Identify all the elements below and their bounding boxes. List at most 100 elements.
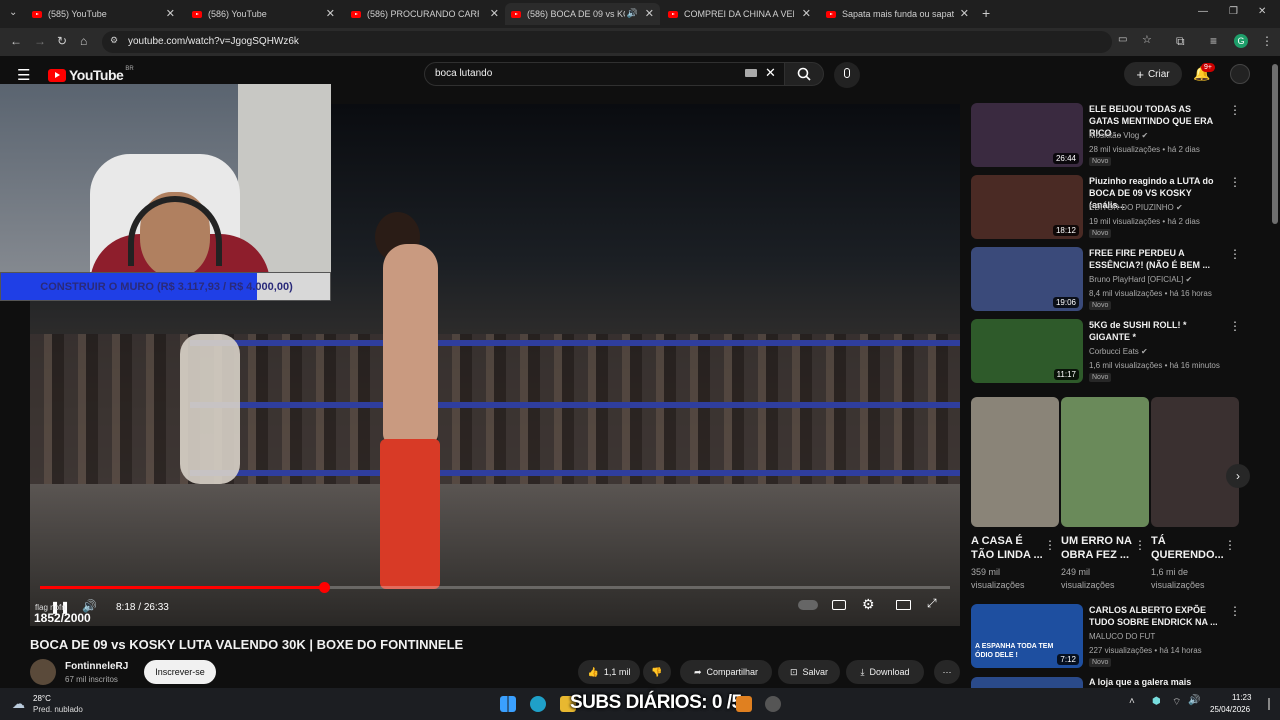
forward-icon[interactable]: → bbox=[34, 34, 46, 48]
recommended-video[interactable]: 11:17 5KG de SUSHI ROLL! * GIGANTE * Cor… bbox=[971, 319, 1251, 383]
more-options-icon[interactable]: ⋮ bbox=[1229, 319, 1241, 333]
edge-browser-icon[interactable] bbox=[530, 696, 546, 712]
voice-search-button[interactable] bbox=[834, 62, 860, 88]
app-icon[interactable] bbox=[765, 696, 781, 712]
theater-mode-icon[interactable] bbox=[896, 600, 911, 610]
recommended-video[interactable]: 26:44 ELE BEIJOU TODAS AS GATAS MENTINDO… bbox=[971, 103, 1251, 167]
recommended-channel[interactable]: MALUCO DO FUT bbox=[1089, 632, 1155, 641]
reload-icon[interactable]: ↻ bbox=[57, 34, 67, 48]
shorts-next-arrow-icon[interactable]: › bbox=[1226, 464, 1250, 488]
home-icon[interactable]: ⌂ bbox=[80, 34, 87, 48]
dislike-button[interactable]: 👎 bbox=[643, 660, 671, 684]
subtitles-icon[interactable] bbox=[832, 600, 846, 610]
close-tab-icon[interactable]: ✕ bbox=[960, 7, 969, 20]
short-thumbnail[interactable] bbox=[1061, 397, 1149, 527]
recommended-title[interactable]: FREE FIRE PERDEU A ESSÊNCIA?! (NÃO É BEM… bbox=[1089, 247, 1219, 271]
browser-tab[interactable]: Sapata mais funda ou sapata m ✕ bbox=[820, 3, 975, 25]
extensions-icon[interactable]: ⧉ bbox=[1176, 34, 1185, 49]
speaker-icon[interactable]: 🔊 bbox=[1188, 695, 1200, 706]
media-controls-icon[interactable]: ≡ bbox=[1210, 34, 1217, 48]
close-tab-icon[interactable]: ✕ bbox=[326, 7, 335, 20]
url-field[interactable]: ⚙ youtube.com/watch?v=JgogSQHWz6k ▭ ☆ bbox=[102, 31, 1152, 53]
recommended-video[interactable]: 19:06 FREE FIRE PERDEU A ESSÊNCIA?! (NÃO… bbox=[971, 247, 1251, 311]
video-thumbnail[interactable]: A ESPANHA TODA TEM ÓDIO DELE ! 7:12 bbox=[971, 604, 1083, 668]
youtube-logo[interactable]: YouTube BR bbox=[48, 66, 134, 83]
more-actions-button[interactable]: ⋯ bbox=[934, 660, 960, 684]
keyboard-icon[interactable] bbox=[745, 69, 757, 77]
settings-gear-icon[interactable]: ⚙ bbox=[862, 596, 875, 613]
new-tab-icon[interactable]: + bbox=[982, 5, 990, 21]
bookmark-star-icon[interactable]: ☆ bbox=[1142, 33, 1152, 46]
windows-start-icon[interactable] bbox=[500, 696, 516, 712]
recommended-channel[interactable]: EDITOR DO PIUZINHO ✔ bbox=[1089, 203, 1183, 212]
weather-cloud-icon[interactable]: ☁ bbox=[12, 696, 25, 712]
recommended-thumbnail-partial[interactable] bbox=[971, 677, 1083, 688]
recommended-channel[interactable]: Corbucci Eats ✔ bbox=[1089, 347, 1148, 356]
video-progress-bar[interactable] bbox=[40, 582, 950, 593]
page-scrollbar[interactable] bbox=[1270, 56, 1280, 688]
minimize-icon[interactable]: — bbox=[1198, 6, 1208, 17]
more-options-icon[interactable]: ⋮ bbox=[1229, 103, 1241, 117]
cast-icon[interactable]: ▭ bbox=[1118, 34, 1127, 45]
more-options-icon[interactable]: ⋮ bbox=[1229, 604, 1241, 618]
short-title[interactable]: A CASA É TÃO LINDA ... bbox=[971, 534, 1043, 562]
share-button[interactable]: ➦ Compartilhar bbox=[680, 660, 772, 684]
recommended-channel[interactable]: Bruno PlayHard [OFICIAL] ✔ bbox=[1089, 275, 1192, 284]
menu-hamburger-icon[interactable]: ☰ bbox=[17, 66, 30, 84]
clear-search-icon[interactable]: ✕ bbox=[765, 65, 776, 81]
video-thumbnail[interactable]: 18:12 bbox=[971, 175, 1083, 239]
recommended-channel[interactable]: Moskitão Vlog ✔ bbox=[1089, 131, 1148, 140]
more-options-icon[interactable]: ⋮ bbox=[1134, 538, 1146, 552]
recommended-title[interactable]: CARLOS ALBERTO EXPÕE TUDO SOBRE ENDRICK … bbox=[1089, 604, 1219, 628]
search-input[interactable]: boca lutando ✕ bbox=[424, 62, 786, 86]
video-thumbnail[interactable]: 11:17 bbox=[971, 319, 1083, 383]
channel-name[interactable]: FontinneleRJ bbox=[65, 661, 128, 672]
close-window-icon[interactable]: ✕ bbox=[1258, 6, 1266, 17]
search-button[interactable] bbox=[784, 62, 824, 86]
more-options-icon[interactable]: ⋮ bbox=[1229, 247, 1241, 261]
browser-tab[interactable]: (585) YouTube ✕ bbox=[26, 3, 181, 25]
more-options-icon[interactable]: ⋮ bbox=[1044, 538, 1056, 552]
recommended-video[interactable]: 18:12 Piuzinho reagindo a LUTA do BOCA D… bbox=[971, 175, 1251, 239]
recommended-video[interactable]: A ESPANHA TODA TEM ÓDIO DELE ! 7:12 CARL… bbox=[971, 604, 1251, 668]
autoplay-toggle-icon[interactable] bbox=[798, 600, 818, 610]
browser-menu-icon[interactable]: ⋮ bbox=[1261, 34, 1273, 48]
scrollbar-thumb[interactable] bbox=[1272, 64, 1278, 224]
close-tab-icon[interactable]: ✕ bbox=[490, 7, 499, 20]
site-info-icon[interactable]: ⚙ bbox=[110, 35, 118, 46]
more-options-icon[interactable]: ⋮ bbox=[1229, 175, 1241, 189]
close-tab-icon[interactable]: ✕ bbox=[166, 7, 175, 20]
create-button[interactable]: + Criar bbox=[1124, 62, 1182, 86]
short-title[interactable]: TÁ QUERENDO... bbox=[1151, 534, 1224, 562]
close-tab-icon[interactable]: ✕ bbox=[645, 7, 654, 20]
app-icon[interactable] bbox=[736, 696, 752, 712]
browser-tab[interactable]: (586) PROCURANDO CARRO D ✕ bbox=[345, 3, 505, 25]
back-icon[interactable]: ← bbox=[10, 34, 22, 48]
profile-avatar[interactable]: G bbox=[1234, 34, 1248, 48]
close-tab-icon[interactable]: ✕ bbox=[802, 7, 811, 20]
short-thumbnail[interactable] bbox=[1151, 397, 1239, 527]
save-button[interactable]: ⊡ Salvar bbox=[778, 660, 840, 684]
short-title[interactable]: UM ERRO NA OBRA FEZ ... bbox=[1061, 534, 1133, 562]
browser-tab[interactable]: (586) YouTube ✕ bbox=[186, 3, 341, 25]
tab-list-icon[interactable]: ⌄ bbox=[9, 7, 17, 18]
recommended-title-partial[interactable]: A loja que a galera mais bbox=[1089, 677, 1191, 687]
account-avatar[interactable] bbox=[1230, 64, 1250, 84]
tray-overflow-icon[interactable]: ˄ bbox=[1129, 696, 1135, 707]
recommended-title[interactable]: 5KG de SUSHI ROLL! * GIGANTE * bbox=[1089, 319, 1219, 343]
video-thumbnail[interactable]: 26:44 bbox=[971, 103, 1083, 167]
like-button[interactable]: 👍 1,1 mil bbox=[578, 660, 640, 684]
network-icon[interactable]: ⌔ bbox=[1172, 696, 1181, 709]
browser-tab-active[interactable]: (586) BOCA DE 09 vs KOSKY 🔊 ✕ bbox=[505, 3, 660, 25]
subscribe-button[interactable]: Inscrever-se bbox=[144, 660, 216, 684]
download-button[interactable]: ⤓ Download bbox=[846, 660, 924, 684]
restore-icon[interactable]: ❐ bbox=[1229, 6, 1238, 17]
audio-playing-icon[interactable]: 🔊 bbox=[627, 8, 638, 19]
notification-center-icon[interactable] bbox=[1268, 698, 1270, 710]
channel-avatar[interactable] bbox=[30, 659, 56, 685]
browser-tab[interactable]: COMPREI DA CHINA A VENTO ✕ bbox=[662, 3, 817, 25]
short-thumbnail[interactable] bbox=[971, 397, 1059, 527]
tray-app-icon[interactable]: ⬢ bbox=[1152, 696, 1161, 707]
fullscreen-icon[interactable]: ⤢ bbox=[927, 596, 937, 611]
more-options-icon[interactable]: ⋮ bbox=[1224, 538, 1236, 552]
